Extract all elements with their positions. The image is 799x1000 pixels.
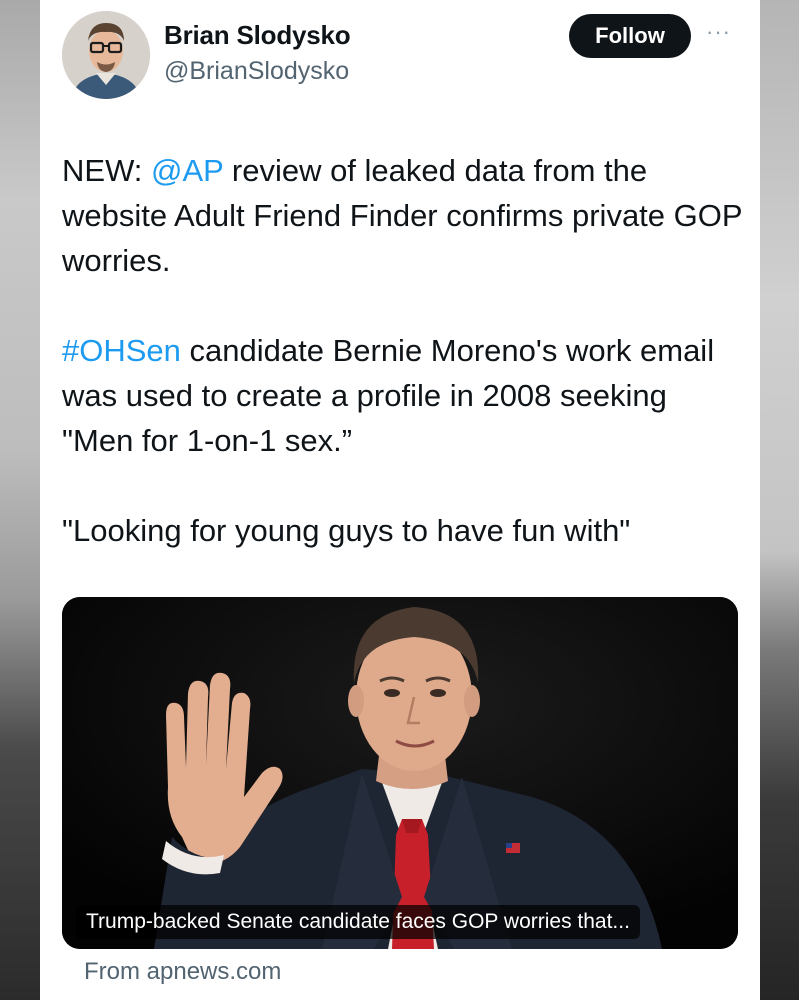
link-card-source[interactable]: From apnews.com [84,958,281,986]
blurred-background-left [0,0,40,1000]
tweet-paragraph-3: "Looking for young guys to have fun with… [62,513,631,548]
author-display-name[interactable]: Brian Slodysko [164,20,351,51]
tweet-card: Brian Slodysko @BrianSlodysko Follow ···… [40,0,760,1000]
more-horizontal-icon[interactable]: ··· [706,21,736,43]
tweet-text-prefix: NEW: [62,153,151,188]
link-card-image[interactable]: Trump-backed Senate candidate faces GOP … [62,597,738,949]
follow-button[interactable]: Follow [569,14,691,58]
author-handle[interactable]: @BrianSlodysko [164,57,349,86]
avatar-image [62,11,150,99]
tweet-paragraph-1: NEW: @AP review of leaked data from the … [62,148,742,283]
tweet-text: NEW: @AP review of leaked data from the … [62,148,742,553]
news-photo [62,597,738,949]
mention-link-ap[interactable]: @AP [151,153,223,188]
avatar[interactable] [62,11,150,99]
link-card-caption: Trump-backed Senate candidate faces GOP … [76,905,640,939]
blurred-background-right [760,0,799,1000]
hashtag-link-ohsen[interactable]: #OHSen [62,333,181,368]
tweet-paragraph-2: #OHSen candidate Bernie Moreno's work em… [62,328,742,463]
